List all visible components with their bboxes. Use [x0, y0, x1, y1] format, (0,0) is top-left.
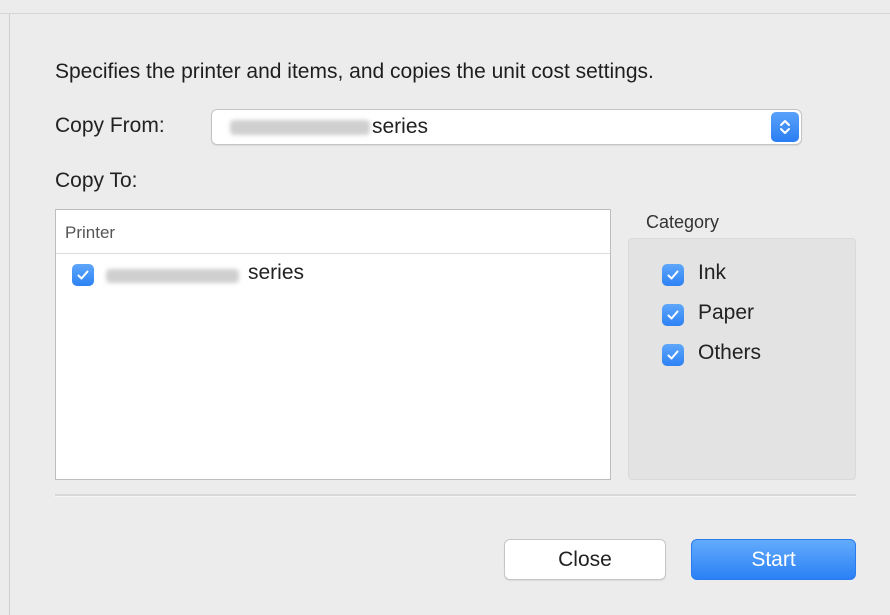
- printer-column-header-label: Printer: [65, 223, 116, 242]
- redacted-printer-model: [106, 269, 239, 283]
- printer-row-name: series: [248, 261, 305, 284]
- category-item-ink[interactable]: Ink: [662, 259, 842, 289]
- checkmark-icon: [77, 270, 89, 280]
- printer-table: Printer series: [55, 209, 611, 480]
- copy-to-label: Copy To:: [55, 169, 138, 192]
- checkmark-icon: [667, 350, 679, 360]
- paper-checkbox[interactable]: [662, 304, 684, 326]
- paper-label: Paper: [698, 301, 755, 324]
- redacted-printer-model: [230, 120, 370, 135]
- category-box: Ink Paper Others: [628, 238, 856, 480]
- copy-from-value: series: [372, 115, 429, 138]
- copy-from-popup[interactable]: series: [211, 109, 802, 145]
- divider: [55, 494, 856, 497]
- window-left-border: [9, 14, 10, 615]
- ink-checkbox[interactable]: [662, 264, 684, 286]
- others-label: Others: [698, 341, 762, 364]
- dialog-description: Specifies the printer and items, and cop…: [55, 60, 654, 83]
- popup-stepper-icon[interactable]: [771, 112, 799, 142]
- start-button[interactable]: Start: [691, 539, 856, 580]
- others-checkbox[interactable]: [662, 344, 684, 366]
- copy-from-label: Copy From:: [55, 114, 165, 137]
- ink-label: Ink: [698, 261, 727, 284]
- printer-row-checkbox[interactable]: [72, 264, 94, 286]
- window-top-border: [0, 13, 890, 14]
- close-button[interactable]: Close: [504, 539, 666, 580]
- checkmark-icon: [667, 310, 679, 320]
- printer-column-header[interactable]: Printer: [56, 210, 610, 254]
- category-item-others[interactable]: Others: [662, 339, 842, 369]
- category-item-paper[interactable]: Paper: [662, 299, 842, 329]
- table-row[interactable]: series: [56, 258, 610, 290]
- category-title: Category: [646, 212, 720, 232]
- copy-unit-cost-dialog: Specifies the printer and items, and cop…: [0, 0, 890, 615]
- checkmark-icon: [667, 270, 679, 280]
